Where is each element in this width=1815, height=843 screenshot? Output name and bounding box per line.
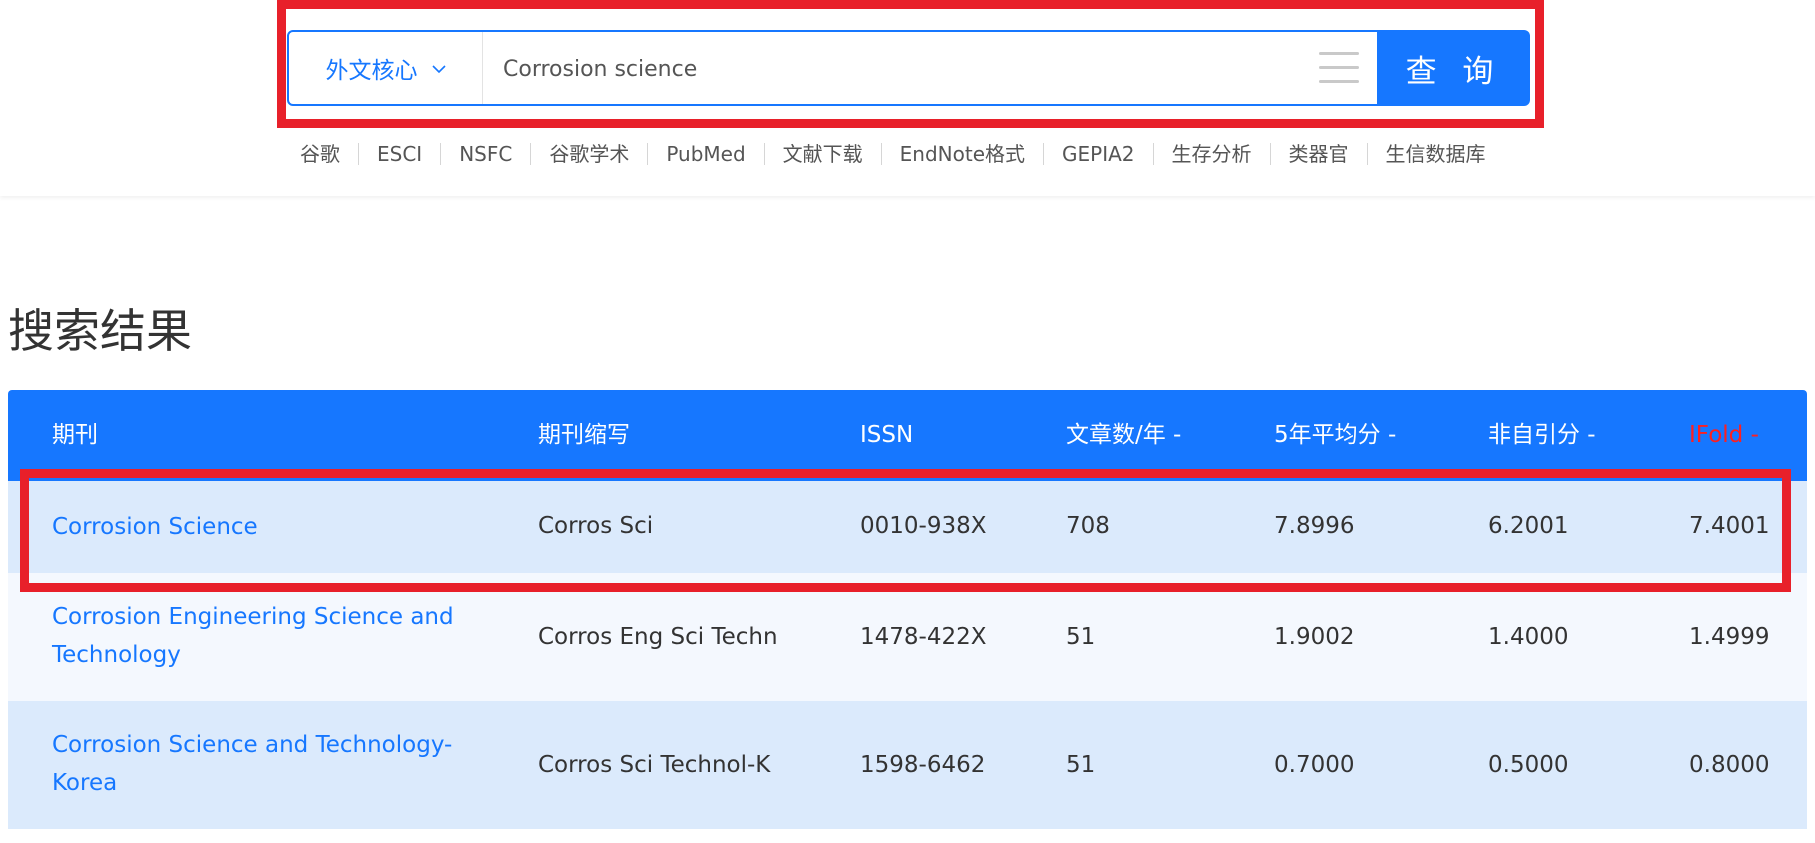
non-self-cite-score: 6.2001 [1488,513,1569,539]
column-header-abbr: 期刊缩写 [538,422,630,448]
table-header: 期刊 期刊缩写 ISSN 文章数/年 - 5年平均分 - 非自引分 - IFol… [8,390,1807,481]
quick-link[interactable]: NSFC [440,143,530,165]
journal-issn: 1598-6462 [860,752,986,778]
search-scope-dropdown[interactable]: 外文核心 [289,32,483,104]
search-button[interactable]: 查 询 [1377,30,1530,106]
quick-link[interactable]: PubMed [647,143,763,165]
quick-link[interactable]: 文献下载 [763,143,881,165]
journal-abbr: Corros Sci [538,513,654,539]
table-row: Corrosion Engineering Science and Techno… [8,573,1807,701]
ifold-score: 0.8000 [1689,752,1770,778]
quick-link[interactable]: GEPIA2 [1043,143,1153,165]
search-bar: 外文核心 查 询 [287,30,1530,106]
journal-abbr: Corros Sci Technol-K [538,752,771,778]
five-year-score: 7.8996 [1274,513,1355,539]
column-header-journal: 期刊 [52,422,98,448]
column-header-ifold[interactable]: IFold - [1689,390,1759,481]
column-header-issn: ISSN [860,422,914,448]
quick-link[interactable]: ESCI [358,143,440,165]
quick-link[interactable]: EndNote格式 [880,143,1043,165]
chevron-down-icon [431,59,446,78]
search-input[interactable] [501,48,1285,90]
journal-issn: 1478-422X [860,624,987,650]
non-self-cite-score: 1.4000 [1488,624,1569,650]
non-self-cite-score: 0.5000 [1488,752,1569,778]
journal-issn: 0010-938X [860,513,987,539]
five-year-score: 0.7000 [1274,752,1355,778]
results-table: 期刊 期刊缩写 ISSN 文章数/年 - 5年平均分 - 非自引分 - IFol… [8,390,1807,829]
ifold-score: 7.4001 [1689,513,1770,539]
column-header-nonself[interactable]: 非自引分 - [1488,390,1596,481]
quick-link[interactable]: 生信数据库 [1366,143,1504,165]
quick-links: 谷歌 ESCI NSFC 谷歌学术 PubMed 文献下载 EndNote格式 … [282,139,1504,169]
journal-abbr: Corros Eng Sci Techn [538,624,778,650]
quick-link[interactable]: 谷歌学术 [530,143,647,165]
journal-link[interactable]: Corrosion Science and Technology-Korea [52,726,492,802]
top-header: 外文核心 查 询 谷歌 ESCI NSFC 谷歌学术 PubMed 文献下载 E… [0,0,1815,196]
quick-link[interactable]: 谷歌 [282,143,358,165]
ifold-score: 1.4999 [1689,624,1770,650]
quick-link[interactable]: 类器官 [1269,143,1367,165]
table-row: Corrosion Science and Technology-Korea C… [8,701,1807,829]
column-header-avg5[interactable]: 5年平均分 - [1274,390,1396,481]
table-row: Corrosion Science Corros Sci 0010-938X 7… [8,481,1807,573]
articles-per-year: 51 [1066,752,1096,778]
column-header-articles[interactable]: 文章数/年 - [1066,390,1181,481]
quick-link[interactable]: 生存分析 [1152,143,1270,165]
articles-per-year: 51 [1066,624,1096,650]
results-title: 搜索结果 [8,304,192,358]
journal-link[interactable]: Corrosion Science [52,508,492,546]
search-scope-label: 外文核心 [325,58,418,84]
menu-icon[interactable] [1319,52,1359,84]
five-year-score: 1.9002 [1274,624,1355,650]
articles-per-year: 708 [1066,513,1110,539]
journal-link[interactable]: Corrosion Engineering Science and Techno… [52,598,492,674]
